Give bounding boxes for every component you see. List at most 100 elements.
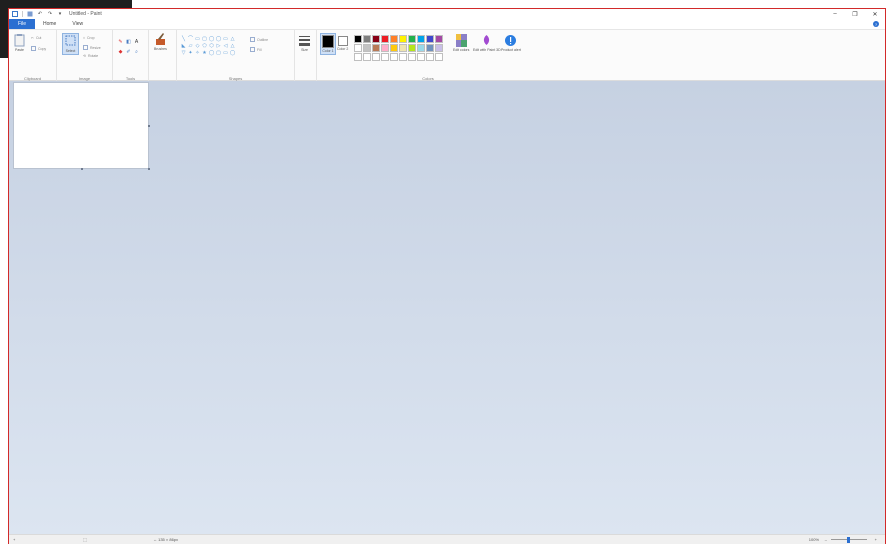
- tab-view[interactable]: View: [64, 19, 91, 29]
- palette-swatch[interactable]: [408, 35, 416, 43]
- fill-icon[interactable]: ◧: [126, 40, 131, 45]
- shape-outline-button[interactable]: Outline: [250, 37, 268, 42]
- palette-swatch[interactable]: [417, 44, 425, 52]
- shape-option[interactable]: ✧: [194, 49, 201, 56]
- copy-button[interactable]: Copy: [31, 46, 46, 51]
- shape-option[interactable]: ╲: [180, 35, 187, 42]
- undo-icon[interactable]: ↶: [37, 11, 43, 17]
- paint3d-button[interactable]: Edit with Paint 3D: [473, 34, 501, 52]
- eraser-icon[interactable]: ◆: [118, 50, 123, 55]
- ribbon-tabs: File Home View: [9, 19, 885, 29]
- shape-option[interactable]: ▭: [222, 49, 229, 56]
- zoom-slider-thumb[interactable]: [847, 537, 850, 543]
- shape-option[interactable]: ◁: [222, 42, 229, 49]
- palette-swatch[interactable]: [354, 53, 362, 61]
- shape-option[interactable]: ◯: [208, 35, 215, 42]
- shape-option[interactable]: ◯: [208, 49, 215, 56]
- shape-option[interactable]: ◇: [194, 42, 201, 49]
- palette-swatch[interactable]: [381, 35, 389, 43]
- palette-swatch[interactable]: [354, 35, 362, 43]
- palette-swatch[interactable]: [363, 35, 371, 43]
- tab-home[interactable]: Home: [35, 19, 64, 29]
- palette-swatch[interactable]: [363, 53, 371, 61]
- redo-icon[interactable]: ↷: [47, 11, 53, 17]
- cut-button[interactable]: ✂ Cut: [31, 36, 41, 40]
- magnifier-icon[interactable]: ⌕: [134, 50, 139, 55]
- color1-button[interactable]: Color 1: [320, 33, 336, 55]
- palette-swatch[interactable]: [390, 53, 398, 61]
- palette-swatch[interactable]: [408, 44, 416, 52]
- palette-swatch[interactable]: [435, 53, 443, 61]
- minimize-button[interactable]: –: [825, 9, 845, 19]
- palette-swatch[interactable]: [390, 35, 398, 43]
- rotate-button[interactable]: ⟲ Rotate: [83, 54, 98, 58]
- palette-swatch[interactable]: [399, 53, 407, 61]
- palette-swatch[interactable]: [372, 53, 380, 61]
- palette-swatch[interactable]: [399, 44, 407, 52]
- shape-option[interactable]: ★: [201, 49, 208, 56]
- tab-file[interactable]: File: [9, 19, 35, 29]
- palette-swatch[interactable]: [372, 35, 380, 43]
- resize-handle-bottom[interactable]: [81, 168, 83, 170]
- shape-option[interactable]: △: [229, 42, 236, 49]
- palette-swatch[interactable]: [417, 35, 425, 43]
- shape-option[interactable]: ✦: [187, 49, 194, 56]
- zoom-in-button[interactable]: +: [875, 537, 877, 542]
- palette-swatch[interactable]: [426, 44, 434, 52]
- shape-fill-button[interactable]: Fill: [250, 47, 261, 52]
- palette-swatch[interactable]: [381, 53, 389, 61]
- paste-button[interactable]: Paste: [14, 34, 25, 52]
- palette-swatch[interactable]: [408, 53, 416, 61]
- palette-swatch[interactable]: [399, 35, 407, 43]
- customize-qat-icon[interactable]: ▾: [57, 11, 63, 17]
- palette-swatch[interactable]: [435, 35, 443, 43]
- product-alert-button[interactable]: Product alert: [501, 34, 521, 52]
- palette-swatch[interactable]: [372, 44, 380, 52]
- shape-option[interactable]: ◣: [180, 42, 187, 49]
- shape-option[interactable]: △: [229, 35, 236, 42]
- zoom-slider[interactable]: [831, 537, 867, 543]
- text-icon[interactable]: A: [134, 40, 139, 45]
- palette-swatch[interactable]: [435, 44, 443, 52]
- shape-option[interactable]: ◯: [215, 35, 222, 42]
- shape-option[interactable]: ⌒: [187, 35, 194, 42]
- maximize-button[interactable]: ❐: [845, 9, 865, 19]
- shape-option[interactable]: ▭: [222, 35, 229, 42]
- palette-swatch[interactable]: [417, 53, 425, 61]
- palette-swatch[interactable]: [390, 44, 398, 52]
- palette-swatch[interactable]: [363, 44, 371, 52]
- shape-option[interactable]: ▭: [194, 35, 201, 42]
- help-button[interactable]: ?: [873, 21, 879, 27]
- shape-option[interactable]: ▷: [215, 42, 222, 49]
- shape-option[interactable]: ▢: [215, 49, 222, 56]
- select-button[interactable]: Select: [62, 33, 79, 55]
- crop-button[interactable]: ⌗ Crop: [83, 36, 95, 40]
- palette-swatch[interactable]: [426, 53, 434, 61]
- resize-handle-corner[interactable]: [148, 168, 150, 170]
- brushes-group: Brushes: [149, 30, 177, 82]
- brushes-button[interactable]: Brushes: [154, 33, 167, 51]
- resize-handle-right[interactable]: [148, 125, 150, 127]
- close-button[interactable]: ✕: [865, 9, 885, 19]
- palette-swatch[interactable]: [426, 35, 434, 43]
- shape-option[interactable]: ▢: [201, 35, 208, 42]
- color2-button[interactable]: Color 2: [337, 36, 348, 51]
- resize-button[interactable]: Resize: [83, 45, 101, 50]
- shape-option[interactable]: ◯: [229, 49, 236, 56]
- palette-swatch[interactable]: [381, 44, 389, 52]
- pencil-icon[interactable]: ✎: [118, 40, 123, 45]
- canvas-workspace[interactable]: [9, 81, 885, 535]
- shape-option[interactable]: ⬡: [208, 42, 215, 49]
- save-icon[interactable]: [27, 11, 33, 17]
- palette-swatch[interactable]: [354, 44, 362, 52]
- edit-colors-button[interactable]: Edit colors: [453, 34, 469, 52]
- shape-option[interactable]: ▽: [180, 49, 187, 56]
- zoom-out-button[interactable]: –: [825, 537, 827, 542]
- size-button[interactable]: Size: [299, 34, 310, 52]
- copy-icon: [31, 46, 36, 51]
- drawing-canvas[interactable]: [13, 82, 150, 170]
- shape-option[interactable]: ⬠: [201, 42, 208, 49]
- shape-option[interactable]: ▱: [187, 42, 194, 49]
- brush-icon: [155, 33, 165, 45]
- color-picker-icon[interactable]: ✐: [126, 50, 131, 55]
